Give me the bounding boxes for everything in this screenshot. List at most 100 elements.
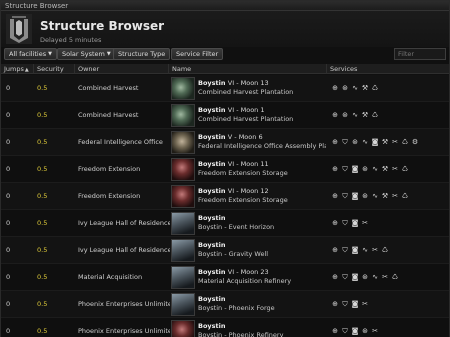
title-bar[interactable]: Structure Browser — [1, 1, 449, 11]
owner-cell: Combined Harvest — [78, 111, 139, 119]
structure-thumbnail — [171, 185, 195, 208]
column-security[interactable]: Security — [34, 64, 75, 74]
clone-bay-icon: ⊕ — [332, 111, 338, 119]
service-filter-button[interactable]: Service Filter — [171, 48, 224, 60]
structure-type: Material Acquisition Refinery — [198, 277, 292, 285]
repair-icon: ⊛ — [362, 327, 368, 335]
jumps-cell: 0 — [6, 246, 11, 254]
column-name[interactable]: Name — [169, 64, 327, 74]
jumps-cell: 0 — [6, 138, 11, 146]
owner-cell: Ivy League Hall of Residence — [78, 246, 170, 254]
jumps-cell: 0 — [6, 219, 11, 227]
research-icon: ✂ — [392, 192, 398, 200]
clone-bay-icon: ⊕ — [332, 300, 338, 308]
structure-name-cell: Boystin VI - Moon 12 Freedom Extension St… — [198, 183, 326, 210]
medical-icon: ⛉ — [342, 138, 348, 146]
owner-cell: Combined Harvest — [78, 84, 139, 92]
industry-icon: ⚒ — [381, 138, 389, 146]
column-services[interactable]: Services — [327, 64, 449, 74]
owner-cell: Freedom Extension — [78, 192, 141, 200]
clone-bay-icon: ⊕ — [332, 192, 338, 200]
location-name: VI - Moon 12 — [227, 187, 269, 195]
services-cell: ⊕ ⛉ ◙ ⊛ ✂ — [331, 318, 449, 337]
structure-name-cell: Boystin Boystin - Phoenix Refinery — [198, 318, 326, 337]
medical-icon: ⛉ — [342, 273, 348, 281]
security-cell: 0.5 — [37, 246, 48, 254]
table-row[interactable]: 0 0.5 Freedom Extension Boystin VI - Moon 1… — [1, 183, 449, 210]
reprocess-icon: ◙ — [351, 165, 359, 173]
structure-type: Combined Harvest Plantation — [198, 115, 294, 123]
services-cell: ⊕ ⛉ ⊛ ∿ ◙ ⚒ ✂ ♺ ⚙ — [331, 129, 449, 156]
range-dropdown[interactable]: Solar System ▼ — [57, 48, 116, 60]
research-icon: ✂ — [362, 300, 368, 308]
research-icon: ✂ — [372, 327, 378, 335]
table-row[interactable]: 0 0.5 Phoenix Enterprises Unlimited Boystin… — [1, 291, 449, 318]
table-row[interactable]: 0 0.5 Combined Harvest Boystin VI - Moon 13… — [1, 75, 449, 102]
recycle-icon: ♺ — [371, 111, 379, 119]
security-cell: 0.5 — [37, 219, 48, 227]
system-name: Boystin — [198, 79, 226, 87]
range-label: Solar System — [62, 50, 105, 58]
market-icon: ∿ — [362, 138, 368, 146]
facilities-dropdown[interactable]: All facilities ▼ — [4, 48, 57, 60]
clone-bay-icon: ⊕ — [332, 273, 338, 281]
location-name: VI - Moon 13 — [227, 79, 269, 87]
filter-input[interactable] — [394, 48, 446, 60]
recycle-icon: ♺ — [381, 246, 389, 254]
security-cell: 0.5 — [37, 111, 48, 119]
security-cell: 0.5 — [37, 300, 48, 308]
repair-icon: ⊛ — [362, 273, 368, 281]
security-cell: 0.5 — [37, 165, 48, 173]
medical-icon: ⛉ — [342, 300, 348, 308]
security-cell: 0.5 — [37, 138, 48, 146]
system-name: Boystin — [198, 322, 226, 330]
window-title: Structure Browser — [5, 2, 69, 10]
page-subtitle: Delayed 5 minutes — [40, 36, 102, 44]
medical-icon: ⛉ — [342, 219, 348, 227]
structure-type: Freedom Extension Storage — [198, 196, 288, 204]
owner-cell: Phoenix Enterprises Unlimited — [78, 300, 170, 308]
table-header: Jumps▲ Security Owner Name Services — [1, 64, 449, 74]
table-row[interactable]: 0 0.5 Ivy League Hall of Residence Boystin … — [1, 237, 449, 264]
structure-name-cell: Boystin VI - Moon 11 Freedom Extension St… — [198, 156, 326, 183]
owner-cell: Phoenix Enterprises Unlimited — [78, 327, 170, 335]
column-jumps[interactable]: Jumps▲ — [1, 64, 34, 74]
structure-thumbnail — [171, 212, 195, 235]
structure-thumbnail — [171, 239, 195, 262]
system-name: Boystin — [198, 160, 226, 168]
reprocess-icon: ◙ — [351, 327, 359, 335]
structure-type-button[interactable]: Structure Type — [113, 48, 171, 60]
table-row[interactable]: 0 0.5 Material Acquisition Boystin VI - Moo… — [1, 264, 449, 291]
services-cell: ⊕ ⛉ ◙ ⊛ ∿ ⚒ ✂ ♺ — [331, 156, 449, 183]
security-cell: 0.5 — [37, 327, 48, 335]
research-icon: ✂ — [372, 246, 378, 254]
table-row[interactable]: 0 0.5 Ivy League Hall of Residence Boystin … — [1, 210, 449, 237]
table-row[interactable]: 0 0.5 Phoenix Enterprises Unlimited Boystin… — [1, 318, 449, 337]
services-cell: ⊕ ⛉ ◙ ✂ — [331, 291, 449, 318]
column-jumps-label: Jumps — [4, 65, 24, 73]
market-icon: ∿ — [372, 192, 378, 200]
research-icon: ✂ — [362, 219, 368, 227]
table-row[interactable]: 0 0.5 Combined Harvest Boystin VI - Moon 1C… — [1, 102, 449, 129]
structure-thumbnail — [171, 77, 195, 100]
owner-cell: Material Acquisition — [78, 273, 143, 281]
clone-bay-icon: ⊕ — [332, 246, 338, 254]
fitting-icon: ⚙ — [411, 138, 419, 146]
header: Structure Browser Delayed 5 minutes — [1, 11, 449, 47]
jumps-cell: 0 — [6, 84, 11, 92]
industry-icon: ⚒ — [361, 84, 369, 92]
location-name: VI - Moon 23 — [227, 268, 269, 276]
column-owner[interactable]: Owner — [75, 64, 169, 74]
structure-thumbnail — [171, 266, 195, 289]
market-icon: ∿ — [362, 246, 368, 254]
table-row[interactable]: 0 0.5 Freedom Extension Boystin VI - Moon 1… — [1, 156, 449, 183]
reprocess-icon: ◙ — [371, 138, 379, 146]
industry-icon: ⚒ — [381, 192, 389, 200]
location-name: V - Moon 6 — [227, 133, 263, 141]
chevron-down-icon: ▼ — [48, 51, 52, 57]
table-row[interactable]: 0 0.5 Federal Intelligence Office Boystin V… — [1, 129, 449, 156]
structures-table: Jumps▲ Security Owner Name Services 0 0.5… — [1, 64, 449, 337]
research-icon: ✂ — [392, 165, 398, 173]
structure-type: Boystin - Event Horizon — [198, 223, 275, 231]
structure-name-line: Boystin VI - Moon 13 — [198, 79, 326, 88]
